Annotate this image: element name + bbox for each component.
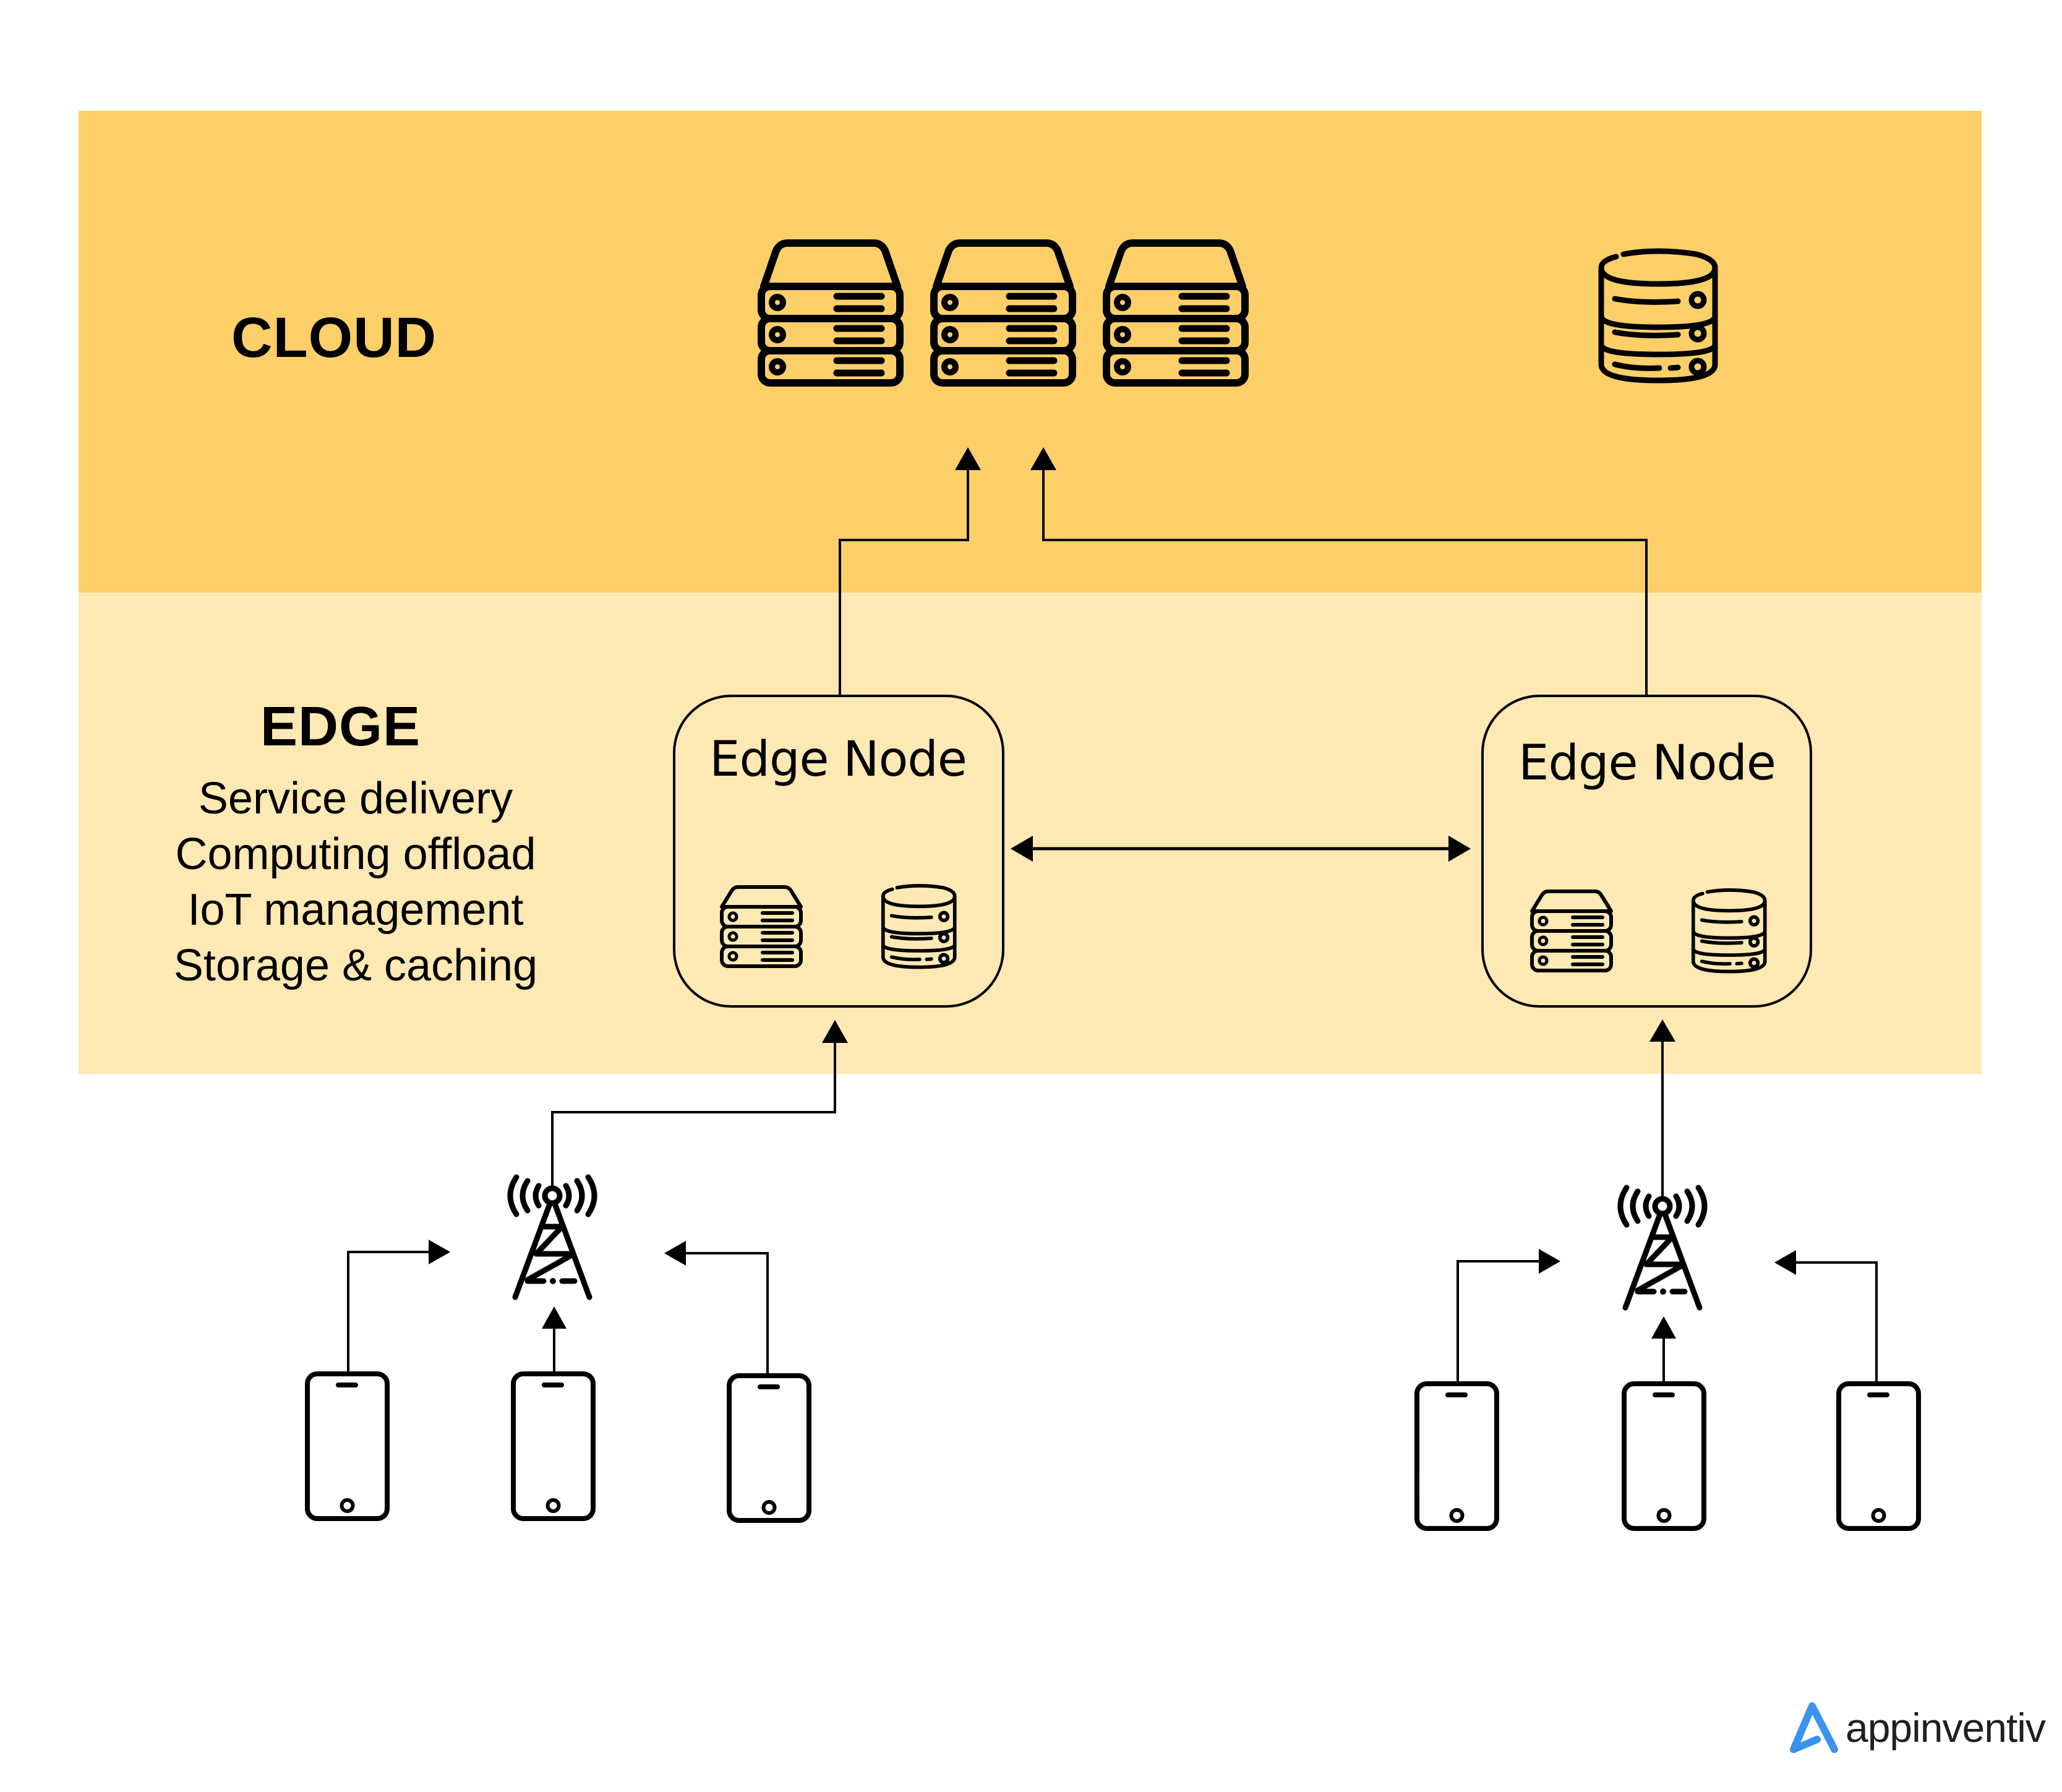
edge-node-left-database-icon bbox=[883, 886, 955, 967]
smartphone-icon-l3[interactable] bbox=[729, 1376, 809, 1520]
left-node-to-cloud-line bbox=[839, 465, 969, 695]
smartphone-icon-r2[interactable] bbox=[1624, 1384, 1704, 1528]
edge-node-right-database-icon bbox=[1693, 890, 1765, 972]
smartphone-icon-l1[interactable] bbox=[307, 1374, 387, 1519]
arrowhead-right-icon bbox=[1539, 1249, 1560, 1274]
cell-tower-icon-right bbox=[1620, 1188, 1705, 1308]
arrowhead-up-icon bbox=[1649, 1019, 1675, 1042]
edge-layer-title: EDGE bbox=[260, 696, 421, 758]
edge-feature-item: Service delivery bbox=[198, 774, 513, 823]
arrowhead-up-icon bbox=[1030, 447, 1056, 470]
phone-r1-link bbox=[1457, 1260, 1543, 1381]
smartphone-icon-r1[interactable] bbox=[1417, 1384, 1497, 1528]
edge-to-cloud-connectors bbox=[839, 465, 1648, 695]
edge-node-right-server-icon bbox=[1532, 891, 1611, 971]
appinventiv-logo-icon bbox=[1790, 1702, 1838, 1753]
arrowhead-left-icon bbox=[1011, 836, 1033, 862]
phone-l3-link bbox=[680, 1252, 769, 1373]
arrowhead-up-icon bbox=[542, 1306, 567, 1329]
arrowhead-up-icon bbox=[822, 1020, 848, 1043]
tower-left-to-node-line bbox=[551, 1039, 836, 1188]
arrowhead-up-icon bbox=[955, 447, 981, 470]
arrowhead-up-icon bbox=[1651, 1316, 1676, 1339]
phone-r3-link bbox=[1790, 1261, 1878, 1381]
arrowhead-left-icon bbox=[664, 1241, 686, 1266]
arrowhead-right-icon bbox=[429, 1240, 450, 1264]
logo-text: appinventiv bbox=[1846, 1705, 2046, 1751]
arrowhead-left-icon bbox=[1774, 1250, 1796, 1275]
edge-feature-item: Computing offload bbox=[175, 830, 536, 879]
cloud-server-icon-2 bbox=[934, 243, 1072, 383]
smartphone-icon-l2[interactable] bbox=[513, 1374, 593, 1519]
smartphone-icon-r3[interactable] bbox=[1839, 1384, 1919, 1528]
edge-feature-item: Storage & caching bbox=[173, 941, 538, 990]
arrowhead-right-icon bbox=[1448, 836, 1471, 862]
cloud-layer-title: CLOUD bbox=[231, 306, 437, 369]
cell-tower-icon-left bbox=[510, 1177, 594, 1297]
edge-node-right-label: Edge Node bbox=[1518, 735, 1776, 791]
edge-cloud-architecture-diagram: CLOUD EDGE Service delivery Computing of… bbox=[0, 0, 2062, 1792]
edge-feature-list: Service delivery Computing offload IoT m… bbox=[111, 771, 600, 993]
edge-feature-item: IoT management bbox=[187, 885, 524, 935]
brand-logo[interactable]: appinventiv bbox=[1787, 1700, 2046, 1756]
cloud-database-icon bbox=[1601, 251, 1715, 380]
edge-node-left-label: Edge Node bbox=[709, 732, 967, 787]
phone-l1-link bbox=[347, 1251, 433, 1371]
right-node-to-cloud-line bbox=[1042, 465, 1648, 695]
cloud-server-icon-3 bbox=[1106, 243, 1245, 383]
edge-node-left-server-icon bbox=[722, 887, 801, 966]
cloud-server-icon-1 bbox=[761, 243, 900, 383]
